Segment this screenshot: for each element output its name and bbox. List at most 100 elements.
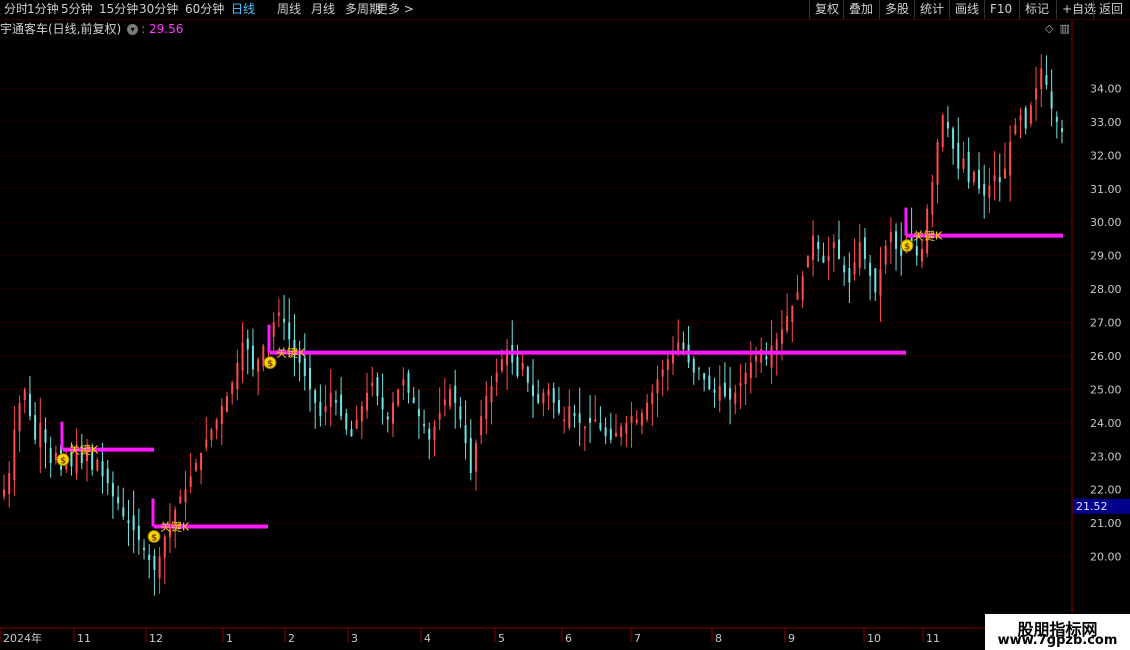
candle-body — [557, 400, 560, 413]
candle-body — [464, 425, 467, 443]
candle-body — [205, 439, 208, 448]
candle-body — [391, 402, 394, 424]
money-bag-icon — [56, 453, 70, 467]
candle-body — [251, 345, 254, 370]
candle-body — [303, 357, 306, 377]
candle-body — [54, 452, 57, 461]
candle-body — [511, 345, 514, 363]
current-price-marker — [1073, 498, 1130, 514]
period-tab-7[interactable]: 周线 — [277, 2, 301, 17]
candle-body — [905, 238, 908, 253]
toolbar-button-8[interactable]: 返回 — [1093, 0, 1128, 19]
candle-body — [780, 329, 783, 344]
candle-body — [1055, 116, 1058, 122]
candle-body — [957, 142, 960, 169]
period-tab-10[interactable]: 更多 > — [376, 2, 414, 17]
candle-body — [189, 476, 192, 488]
key-k-label: 关键K — [276, 346, 306, 360]
toolbar-button-0[interactable]: 复权 — [809, 0, 844, 19]
candle-body — [516, 356, 519, 377]
candle-body — [863, 237, 866, 259]
stock-title: 宇通客车(日线,前复权) — [0, 22, 122, 36]
candle-body — [423, 424, 426, 427]
candle-body — [1003, 168, 1006, 179]
candle-body — [978, 169, 981, 189]
toolbar-button-3[interactable]: 统计 — [914, 0, 949, 19]
key-k-label: 关键K — [69, 443, 99, 457]
last-price: : 29.56 — [141, 22, 184, 36]
candle-body — [200, 452, 203, 470]
stock-info-bar: 宇通客车(日线,前复权) ▾: 29.56 — [0, 20, 183, 38]
chevron-down-icon[interactable]: ▾ — [127, 24, 139, 35]
period-tab-2[interactable]: 5分钟 — [61, 2, 93, 17]
diamond-icon[interactable]: ◇ — [1045, 22, 1053, 35]
period-tab-8[interactable]: 月线 — [311, 2, 335, 17]
candle-body — [1061, 128, 1063, 132]
candle-body — [34, 415, 37, 440]
candle-body — [542, 392, 545, 404]
price-tick-label: 32.00 — [1090, 149, 1122, 162]
period-tab-1[interactable]: 1分钟 — [27, 2, 59, 17]
candle-body — [412, 397, 415, 403]
toolbar-button-1[interactable]: 叠加 — [843, 0, 878, 19]
candle-body — [672, 352, 675, 364]
candle-body — [1019, 115, 1022, 121]
period-tab-3[interactable]: 15分钟 — [99, 2, 138, 17]
candle-body — [153, 556, 156, 570]
candle-body — [822, 255, 825, 263]
candle-body — [791, 305, 794, 322]
toolbar-button-5[interactable]: F10 — [984, 0, 1017, 19]
candle-body — [604, 427, 607, 437]
candle-body — [972, 172, 975, 183]
candle-body — [314, 390, 317, 403]
toolbar-button-2[interactable]: 多股 — [879, 0, 914, 19]
money-bag-icon-glyph: $ — [267, 360, 273, 370]
period-tab-0[interactable]: 分时 — [4, 2, 28, 17]
candle-body — [474, 442, 477, 472]
candle-body — [417, 409, 420, 417]
candle-body — [729, 388, 732, 400]
candle-body — [236, 362, 239, 390]
candle-body — [744, 372, 747, 385]
candle-body — [257, 359, 260, 372]
time-tick-label: 9 — [788, 632, 795, 645]
candle-body — [210, 429, 213, 440]
candle-body — [879, 269, 882, 296]
period-tab-6[interactable]: 日线 — [231, 2, 255, 17]
chart-corner-controls: ◇ ▥ — [1039, 22, 1070, 35]
candle-body — [132, 515, 135, 530]
candle-body — [843, 265, 846, 273]
candle-body — [547, 389, 550, 396]
candlestick-chart[interactable]: 34.00 33.00 32.00 31.00 30.00 29.00 28.00 27.00… — [0, 0, 1130, 650]
candle-body — [573, 413, 576, 417]
candle-body — [666, 359, 669, 370]
candle-body — [407, 372, 410, 393]
time-tick-label: 6 — [565, 632, 572, 645]
candle-body — [80, 446, 83, 463]
candle-body — [381, 397, 384, 410]
candle-body — [749, 362, 752, 379]
candle-body — [1040, 68, 1043, 89]
price-tick-label: 25.00 — [1090, 383, 1122, 396]
time-tick-label: 1 — [226, 632, 233, 645]
toolbar-button-6[interactable]: 标记 — [1019, 0, 1054, 19]
panel-toggle-icon[interactable]: ▥ — [1060, 22, 1070, 35]
candle-body — [262, 345, 265, 367]
candle-body — [801, 275, 804, 301]
candle-body — [500, 359, 503, 371]
period-tab-4[interactable]: 30分钟 — [139, 2, 178, 17]
price-tick-label: 27.00 — [1090, 317, 1122, 330]
candle-body — [267, 335, 270, 350]
candle-body — [967, 151, 970, 183]
candle-body — [755, 355, 758, 362]
candle-body — [345, 413, 348, 430]
candle-body — [220, 406, 223, 425]
price-tick-label: 21.00 — [1090, 517, 1122, 530]
candle-body — [926, 208, 929, 254]
time-tick-label: 5 — [498, 632, 505, 645]
toolbar-button-4[interactable]: 画线 — [949, 0, 984, 19]
period-tab-5[interactable]: 60分钟 — [185, 2, 224, 17]
candle-body — [1009, 141, 1012, 176]
time-tick-label: 2 — [288, 632, 295, 645]
candle-body — [583, 426, 586, 429]
